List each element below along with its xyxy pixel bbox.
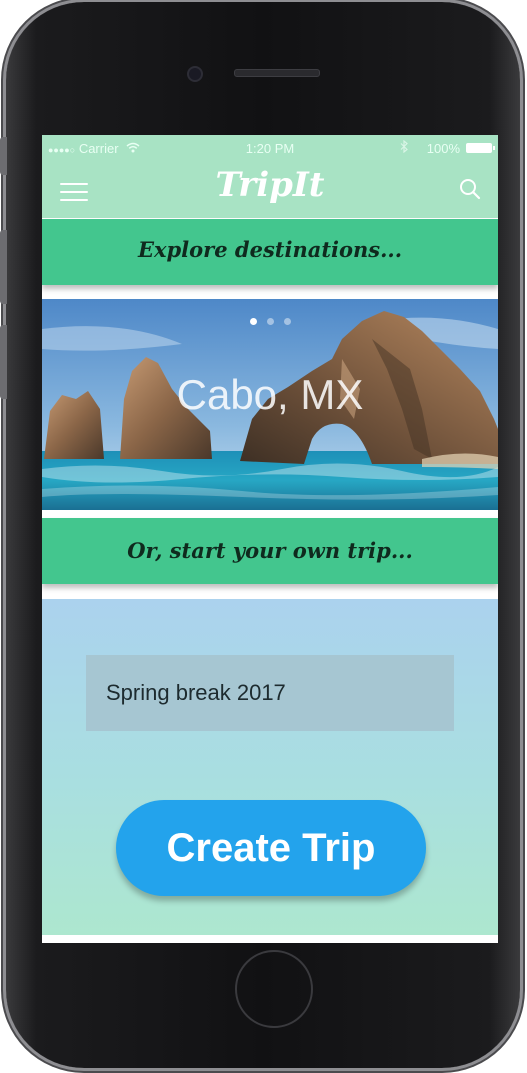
status-bar: ●●●●○ Carrier 1:20 PM 100% [42, 135, 498, 161]
app-logo: TripIt [215, 165, 325, 205]
trip-name-input[interactable] [86, 655, 454, 731]
front-camera [187, 66, 203, 82]
destination-carousel[interactable]: Cabo, MX [42, 299, 498, 510]
earpiece-speaker [234, 69, 320, 77]
nav-header: ●●●●○ Carrier 1:20 PM 100% TripIt [42, 135, 498, 218]
start-trip-heading: Or, start your own trip... [42, 518, 498, 584]
carousel-dot-2[interactable] [266, 318, 274, 325]
mute-switch [0, 137, 7, 175]
carousel-pager [42, 312, 498, 330]
volume-down-button [0, 325, 7, 399]
carousel-dot-3[interactable] [283, 318, 291, 325]
home-button[interactable] [235, 950, 313, 1028]
explore-heading: Explore destinations... [42, 219, 498, 285]
battery-percent: 100% [426, 141, 460, 156]
app-screen: ●●●●○ Carrier 1:20 PM 100% TripIt Explor… [42, 135, 498, 943]
create-trip-button[interactable]: Create Trip [116, 800, 426, 896]
destination-name: Cabo, MX [176, 371, 364, 418]
create-trip-section: Create Trip [42, 599, 498, 935]
battery-icon [466, 143, 495, 153]
carousel-dot-1[interactable] [249, 318, 257, 325]
bluetooth-icon [400, 139, 408, 156]
volume-up-button [0, 230, 7, 304]
search-icon[interactable] [458, 177, 482, 201]
